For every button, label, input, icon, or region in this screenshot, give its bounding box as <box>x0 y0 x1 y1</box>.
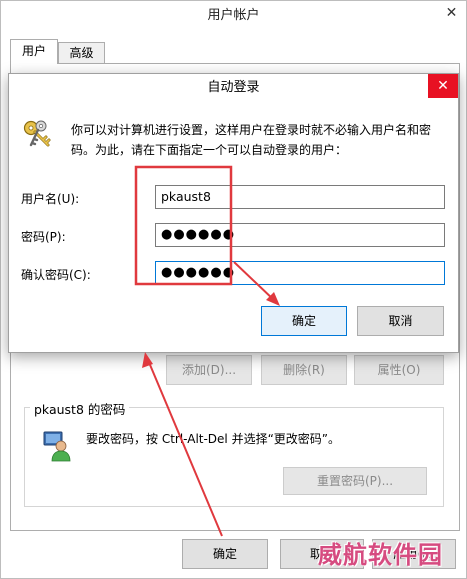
confirm-password-input[interactable]: ●●●●●● <box>155 261 445 285</box>
outer-ok-button[interactable]: 确定 <box>182 539 268 569</box>
dialog-cancel-button[interactable]: 取消 <box>357 306 444 336</box>
username-label: 用户名(U): <box>21 192 80 206</box>
tab-users[interactable]: 用户 <box>10 39 58 64</box>
auto-login-dialog: 自动登录 ✕ 你可以对计算机进行设置，这样用户在登录时就不必输入用户名和密码。为… <box>8 73 459 353</box>
user-accounts-icon <box>42 430 72 462</box>
delete-user-button[interactable]: 删除(R) <box>261 355 347 385</box>
password-change-instructions: 要改密码，按 Ctrl-Alt-Del 并选择“更改密码”。 <box>86 432 341 446</box>
window-title: 用户帐户 <box>207 8 260 23</box>
dialog-description: 你可以对计算机进行设置，这样用户在登录时就不必输入用户名和密码。为此，请在下面指… <box>71 123 432 157</box>
keys-icon <box>21 118 55 152</box>
password-input[interactable]: ●●●●●● <box>155 223 445 247</box>
username-input[interactable]: pkaust8 <box>155 185 445 209</box>
dialog-close-button[interactable]: ✕ <box>428 74 458 98</box>
window-close-button[interactable]: ✕ <box>437 1 466 25</box>
tab-advanced[interactable]: 高级 <box>58 42 105 64</box>
reset-password-button[interactable]: 重置密码(P)... <box>283 467 427 495</box>
watermark-logo: 威航软件园 <box>318 541 443 569</box>
dialog-title: 自动登录 <box>9 74 458 102</box>
password-group-title: pkaust8 的密码 <box>30 399 130 418</box>
properties-button[interactable]: 属性(O) <box>354 355 444 385</box>
password-label: 密码(P): <box>21 230 66 244</box>
confirm-password-label: 确认密码(C): <box>21 268 91 282</box>
dialog-ok-button[interactable]: 确定 <box>261 306 347 336</box>
add-user-button[interactable]: 添加(D)... <box>166 355 252 385</box>
